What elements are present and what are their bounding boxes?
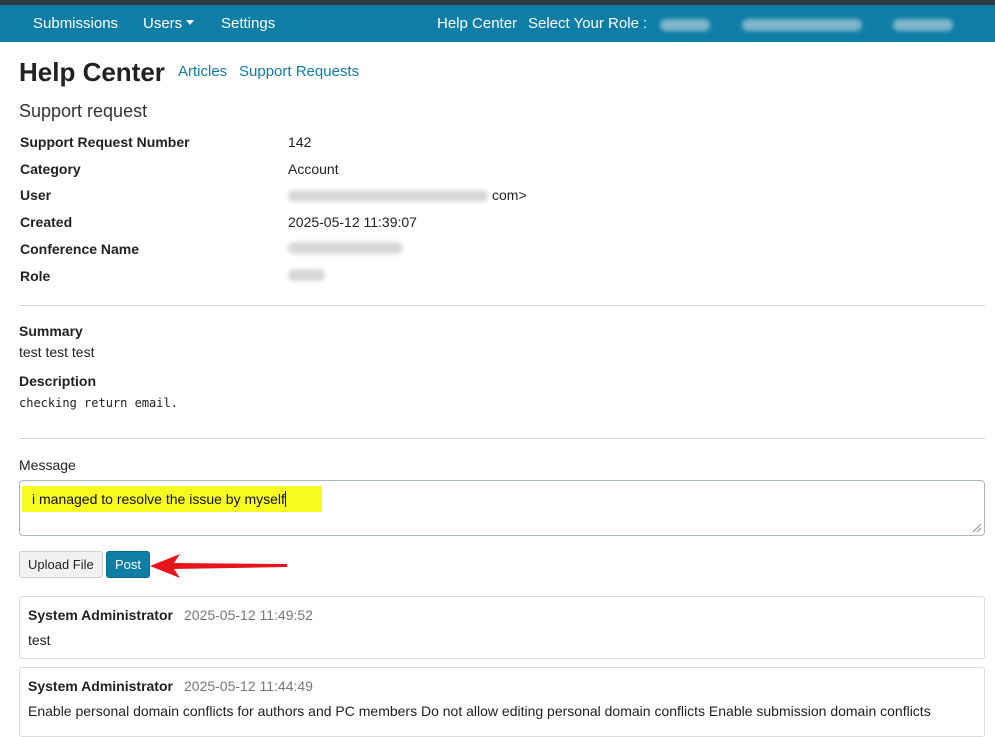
role-dropdown-redacted[interactable] [660,19,710,31]
category-value: Account [288,161,339,177]
section-title: Support request [19,101,148,121]
field-label: Category [20,161,81,177]
created-value: 2025-05-12 11:39:07 [288,214,417,230]
nav-settings[interactable]: Settings [221,15,275,32]
field-label: Created [20,214,73,230]
field-label: Support Request Number [20,134,190,150]
message-time: 2025-05-12 11:44:49 [184,678,313,694]
message-body: test [28,632,51,648]
post-button[interactable]: Post [106,551,151,578]
nav-help-center[interactable]: Help Center [437,15,517,32]
divider [19,438,985,439]
select-role-label: Select Your Role : [528,15,648,32]
conference-name-redacted [288,242,403,254]
description-label: Description [19,373,97,389]
page-title: Help Center [19,57,165,87]
user-value: com> [492,187,527,203]
divider [19,305,985,306]
chevron-down-icon [186,20,195,25]
message-textarea[interactable]: i managed to resolve the issue by myself [19,480,985,536]
message-label: Message [19,457,76,473]
description-value: checking return email. [19,396,178,410]
user-menu-redacted[interactable] [893,19,953,31]
support-requests-link[interactable]: Support Requests [239,63,359,80]
message-card: System Administrator 2025-05-12 11:49:52… [19,596,985,659]
nav-users[interactable]: Users [143,15,195,32]
user-email-redacted [288,190,488,202]
conference-dropdown-redacted[interactable] [742,19,862,31]
articles-link[interactable]: Articles [178,63,227,80]
field-label: User [20,187,52,203]
upload-file-button[interactable]: Upload File [19,551,103,578]
field-label: Conference Name [20,241,140,257]
red-arrow-annotation-icon [150,554,287,578]
nav-users-label: Users [143,15,183,32]
summary-label: Summary [19,323,83,339]
request-number-value: 142 [288,134,312,150]
resize-grip-icon[interactable] [970,521,982,533]
role-redacted [288,269,325,281]
message-author: System Administrator [28,678,173,694]
nav-submissions[interactable]: Submissions [33,15,118,32]
message-author: System Administrator [28,607,173,623]
message-time: 2025-05-12 11:49:52 [184,607,313,623]
message-text: i managed to resolve the issue by myself [32,491,286,507]
top-navbar: Submissions Users Settings Help Center S… [0,5,995,42]
summary-value: test test test [19,344,95,360]
message-card: System Administrator 2025-05-12 11:44:49… [19,667,985,737]
text-cursor [284,491,286,507]
message-body: Enable personal domain conflicts for aut… [28,703,931,719]
field-label: Role [20,268,51,284]
